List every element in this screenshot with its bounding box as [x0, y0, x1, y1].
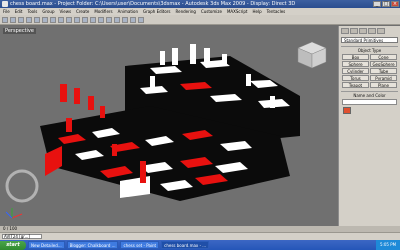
command-panel-tabs — [339, 26, 400, 36]
menu-edit[interactable]: Edit — [15, 8, 23, 15]
perspective-viewport[interactable] — [0, 26, 340, 226]
display-tab-icon[interactable] — [377, 28, 385, 34]
object-color-swatch[interactable] — [343, 107, 351, 114]
material-editor-icon[interactable] — [122, 17, 128, 23]
command-panel: Standard Primitives Object Type Box Cone… — [338, 26, 400, 226]
tube-button[interactable]: Tube — [370, 68, 397, 74]
window-titlebar: chess board.max - Project Folder: C:\Use… — [0, 0, 400, 8]
object-type-heading: Object Type — [341, 46, 398, 53]
white-bishop — [270, 96, 275, 108]
select-by-name-icon[interactable] — [42, 17, 48, 23]
red-pawn — [112, 144, 117, 156]
primitive-type-dropdown[interactable]: Standard Primitives — [341, 37, 398, 43]
redo-icon[interactable] — [10, 17, 16, 23]
move-icon[interactable] — [50, 17, 56, 23]
red-knight — [140, 161, 146, 183]
red-bishop — [66, 118, 72, 132]
sphere-button[interactable]: Sphere — [342, 61, 369, 67]
menu-bar: File Edit Tools Group Views Create Modif… — [0, 8, 400, 15]
white-pawn — [222, 54, 227, 66]
scale-icon[interactable] — [66, 17, 72, 23]
windows-taskbar: start New Detailed... Blogger: Chalkboar… — [0, 240, 400, 250]
start-button[interactable]: start — [0, 240, 26, 250]
render-setup-icon[interactable] — [130, 17, 136, 23]
cone-button[interactable]: Cone — [370, 54, 397, 60]
close-button[interactable]: × — [391, 1, 399, 7]
window-title: chess board.max - Project Folder: C:\Use… — [10, 1, 296, 7]
object-type-buttons: Box Cone Sphere GeoSphere Cylinder Tube … — [342, 54, 397, 88]
name-and-color-heading: Name and Color — [341, 91, 398, 98]
white-rook — [172, 48, 178, 65]
link-icon[interactable] — [18, 17, 24, 23]
taskbar-item[interactable]: Blogger: Chalkboard ... — [66, 241, 119, 249]
object-name-field[interactable] — [342, 99, 397, 114]
menu-create[interactable]: Create — [76, 8, 89, 15]
angle-snap-icon[interactable] — [82, 17, 88, 23]
white-king — [190, 44, 196, 64]
red-pawn — [100, 106, 105, 118]
menu-customize[interactable]: Customize — [201, 8, 222, 15]
menu-help[interactable]: Help — [252, 8, 261, 15]
maximize-button[interactable]: □ — [382, 1, 390, 7]
menu-rendering[interactable]: Rendering — [176, 8, 196, 15]
unlink-icon[interactable] — [26, 17, 32, 23]
app-icon — [2, 1, 8, 7]
geosphere-button[interactable]: GeoSphere — [370, 61, 397, 67]
taskbar-item[interactable]: New Detailed... — [28, 241, 65, 249]
select-icon[interactable] — [34, 17, 40, 23]
menu-animation[interactable]: Animation — [118, 8, 138, 15]
rotate-icon[interactable] — [58, 17, 64, 23]
modify-tab-icon[interactable] — [350, 28, 358, 34]
window-controls: _ □ × — [373, 1, 399, 7]
snap-icon[interactable] — [74, 17, 80, 23]
red-king — [60, 84, 67, 102]
menu-group[interactable]: Group — [42, 8, 54, 15]
align-icon[interactable] — [98, 17, 104, 23]
white-pawn — [160, 51, 165, 65]
layer-icon[interactable] — [106, 17, 112, 23]
red-queen — [74, 88, 80, 104]
viewport-label[interactable]: Perspective — [3, 28, 36, 34]
torus-button[interactable]: Torus — [342, 75, 369, 81]
box-button[interactable]: Box — [342, 54, 369, 60]
red-rook — [88, 96, 94, 110]
mirror-icon[interactable] — [90, 17, 96, 23]
main-toolbar — [0, 15, 400, 25]
menu-views[interactable]: Views — [60, 8, 72, 15]
curve-editor-icon[interactable] — [114, 17, 120, 23]
system-clock: 5:05 PM — [376, 240, 400, 250]
pyramid-button[interactable]: Pyramid — [370, 75, 397, 81]
menu-graph-editors[interactable]: Graph Editors — [143, 8, 170, 15]
white-pawn — [150, 76, 155, 88]
teapot-button[interactable]: Teapot — [342, 82, 369, 88]
white-pawn — [246, 74, 251, 86]
menu-maxscript[interactable]: MAXScript — [227, 8, 248, 15]
undo-icon[interactable] — [2, 17, 8, 23]
motion-tab-icon[interactable] — [368, 28, 376, 34]
white-queen — [204, 48, 210, 64]
menu-tentacles[interactable]: Tentacles — [267, 8, 286, 15]
cylinder-button[interactable]: Cylinder — [342, 68, 369, 74]
menu-modifiers[interactable]: Modifiers — [94, 8, 112, 15]
taskbar-item[interactable]: chess board.max - ... — [161, 241, 210, 249]
minimize-button[interactable]: _ — [373, 1, 381, 7]
create-tab-icon[interactable] — [341, 28, 349, 34]
plane-button[interactable]: Plane — [370, 82, 397, 88]
hierarchy-tab-icon[interactable] — [359, 28, 367, 34]
status-bar: AVIT24 [gr...] — [0, 232, 400, 240]
maxscript-listener[interactable]: AVIT24 [gr...] — [2, 234, 42, 239]
taskbar-item[interactable]: chess set - Paint — [120, 241, 160, 249]
render-icon[interactable] — [138, 17, 144, 23]
menu-file[interactable]: File — [3, 8, 10, 15]
menu-tools[interactable]: Tools — [27, 8, 37, 15]
